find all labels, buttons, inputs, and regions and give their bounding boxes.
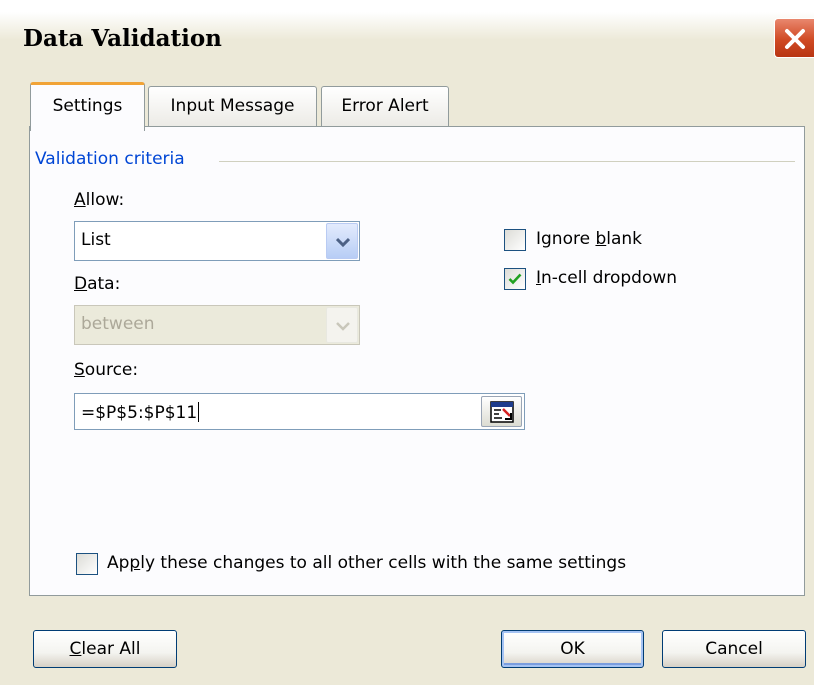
allow-label: Allow: <box>74 190 124 210</box>
allow-label-text: llow: <box>85 190 125 210</box>
range-select-icon <box>490 401 514 423</box>
clear-all-accesskey: C <box>69 639 82 659</box>
dialog-title: Data Validation <box>23 25 222 52</box>
text-caret <box>198 402 200 422</box>
clear-all-button[interactable]: Clear All <box>33 630 177 668</box>
source-label: Source: <box>74 360 138 380</box>
ignore-blank-checkbox[interactable] <box>504 229 526 251</box>
apply-all-label-pre: Ap <box>107 553 130 573</box>
data-dropdown-button[interactable] <box>326 307 358 343</box>
allow-label-accesskey: A <box>74 190 86 210</box>
data-label-text: ata: <box>87 274 121 294</box>
ok-button[interactable]: OK <box>501 630 644 668</box>
source-input[interactable]: =$P$5:$P$11 <box>74 393 525 430</box>
tab-input-message[interactable]: Input Message <box>148 86 317 126</box>
validation-criteria-label: Validation criteria <box>35 149 185 169</box>
incell-dropdown-label[interactable]: In-cell dropdown <box>536 268 677 288</box>
group-divider <box>219 161 795 162</box>
tab-error-alert[interactable]: Error Alert <box>321 86 449 126</box>
close-icon <box>785 29 805 49</box>
clear-all-label: lear All <box>81 639 141 659</box>
incell-dropdown-checkbox[interactable] <box>504 268 526 290</box>
settings-panel <box>29 126 805 596</box>
data-select[interactable]: between <box>74 305 360 345</box>
checkmark-icon <box>508 273 522 285</box>
allow-select-value: List <box>81 230 111 250</box>
allow-dropdown-button[interactable] <box>326 223 358 259</box>
tab-settings[interactable]: Settings <box>30 82 145 131</box>
source-label-text: ource: <box>84 360 139 380</box>
allow-select[interactable]: List <box>74 221 360 261</box>
data-label: Data: <box>74 274 120 294</box>
chevron-down-icon <box>336 237 350 248</box>
title-bar[interactable]: Data Validation <box>0 0 814 74</box>
source-input-value: =$P$5:$P$11 <box>81 402 200 423</box>
chevron-down-icon <box>336 322 350 331</box>
cancel-button[interactable]: Cancel <box>662 630 806 668</box>
incell-dropdown-label-text: n-cell dropdown <box>541 268 678 288</box>
source-input-text: =$P$5:$P$11 <box>81 403 198 423</box>
ignore-blank-label-pre: Ignore <box>536 229 596 249</box>
ignore-blank-accesskey: b <box>595 229 607 249</box>
source-label-accesskey: S <box>74 360 85 380</box>
data-validation-dialog: Data Validation Settings Input Message E… <box>0 0 814 685</box>
apply-all-label-text: ly these changes to all other cells with… <box>140 553 627 573</box>
apply-all-label[interactable]: Apply these changes to all other cells w… <box>107 553 626 573</box>
apply-all-checkbox[interactable] <box>76 553 98 575</box>
apply-all-accesskey: p <box>129 553 141 573</box>
ignore-blank-label[interactable]: Ignore blank <box>536 229 642 249</box>
close-button[interactable] <box>774 18 814 58</box>
data-label-accesskey: D <box>74 274 88 294</box>
ignore-blank-label-text: lank <box>606 229 643 249</box>
data-select-value: between <box>81 314 155 334</box>
collapse-dialog-button[interactable] <box>481 396 522 427</box>
